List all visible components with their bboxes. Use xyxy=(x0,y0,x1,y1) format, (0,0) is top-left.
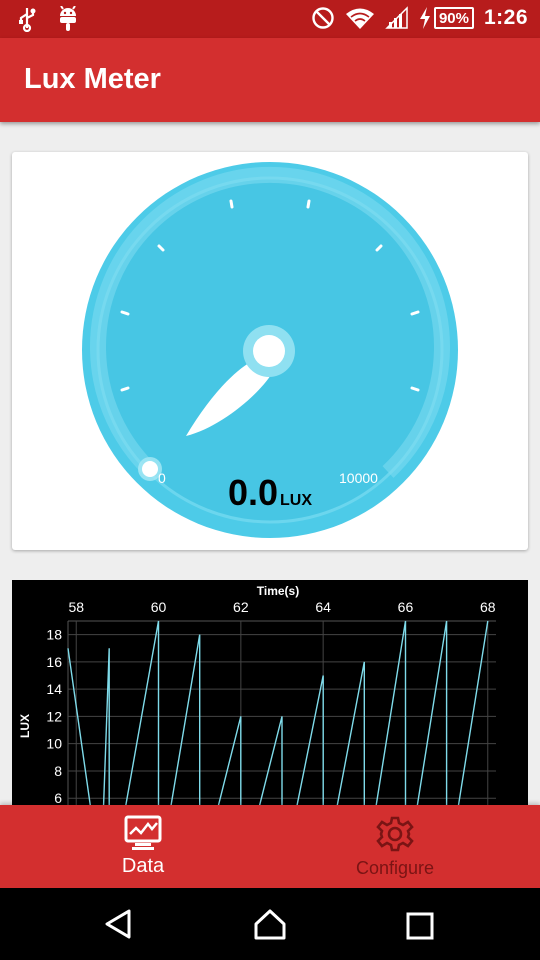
recents-icon[interactable] xyxy=(406,912,434,945)
bottom-navigation: Data Configure xyxy=(0,805,540,888)
gear-icon xyxy=(376,815,414,858)
chart-y-axis-label: LUX xyxy=(18,714,32,738)
chart-x-tick-label: 66 xyxy=(398,599,414,615)
lux-value: 0.0 xyxy=(227,472,279,513)
lux-time-chart: Time(s) LUX 586062646668 4681012141618 xyxy=(18,584,496,805)
charging-icon xyxy=(419,7,431,29)
cell-signal-icon xyxy=(385,6,409,30)
battery-level: 90% xyxy=(433,7,474,29)
chart-y-tick-label: 8 xyxy=(54,763,62,779)
chart-y-ticks: 4681012141618 xyxy=(46,627,62,805)
chart-y-tick-label: 14 xyxy=(46,681,62,697)
system-navigation-bar xyxy=(0,888,540,960)
chart-series xyxy=(67,620,489,805)
chart-y-tick-label: 6 xyxy=(54,790,62,805)
do-not-disturb-icon xyxy=(311,6,335,30)
nav-item-data[interactable]: Data xyxy=(8,805,278,888)
lux-unit: LUX xyxy=(280,492,313,509)
back-icon[interactable] xyxy=(103,908,135,945)
wifi-icon xyxy=(345,6,375,30)
lux-gauge-card: 0 10000 0.0 LUX xyxy=(12,152,528,550)
chart-x-ticks: 58 60 62 64 66 68 xyxy=(68,599,495,615)
chart-y-tick-label: 18 xyxy=(46,627,62,643)
chart-x-tick-label: 68 xyxy=(480,599,496,615)
nav-label-data: Data xyxy=(121,855,165,877)
chart-y-tick-label: 12 xyxy=(46,708,62,724)
nav-label-configure: Configure xyxy=(355,858,435,878)
chart-x-tick-label: 62 xyxy=(233,599,249,615)
chart-y-tick-label: 10 xyxy=(46,736,62,752)
home-icon[interactable] xyxy=(253,908,287,945)
chart-title: Time(s) xyxy=(257,584,299,598)
app-bar: Lux Meter xyxy=(0,38,540,122)
status-bar: 90% 1:26 xyxy=(0,0,540,38)
chart-y-tick-label: 16 xyxy=(46,654,62,670)
monitor-chart-icon xyxy=(124,815,162,856)
gauge-hub xyxy=(253,335,285,367)
usb-icon xyxy=(16,6,38,32)
nav-item-configure[interactable]: Configure xyxy=(260,805,530,888)
chart-x-tick-label: 60 xyxy=(151,599,167,615)
chart-x-tick-label: 58 xyxy=(68,599,84,615)
lux-reading: 0.0 LUX xyxy=(12,472,528,514)
chart-series-line xyxy=(67,620,489,805)
lux-chart-card: Time(s) LUX 586062646668 4681012141618 xyxy=(12,580,528,805)
android-debug-icon xyxy=(56,6,80,32)
app-title: Lux Meter xyxy=(24,63,161,95)
clock: 1:26 xyxy=(483,6,528,29)
chart-x-tick-label: 64 xyxy=(315,599,331,615)
